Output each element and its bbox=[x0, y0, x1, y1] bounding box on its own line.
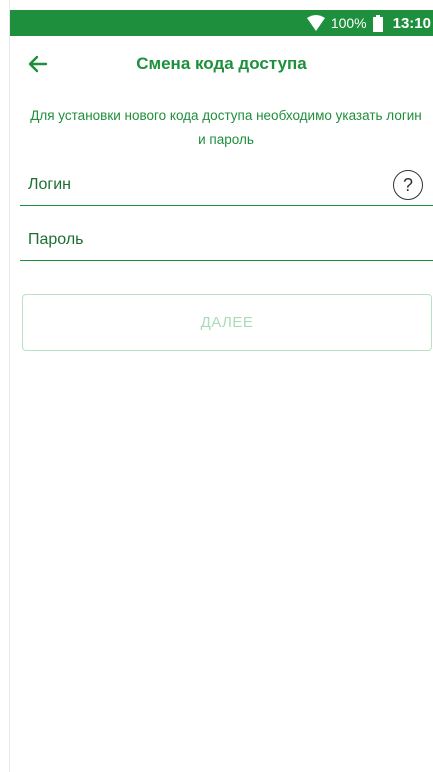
instruction-text: Для установки нового кода доступа необхо… bbox=[30, 108, 422, 147]
login-input[interactable] bbox=[20, 166, 380, 204]
battery-percent: 100% bbox=[330, 15, 367, 31]
next-button[interactable]: ДАЛЕЕ bbox=[22, 294, 432, 351]
password-field-container bbox=[20, 221, 433, 261]
help-question-mark: ? bbox=[402, 174, 413, 195]
password-input[interactable] bbox=[20, 221, 380, 259]
battery-full-icon bbox=[372, 14, 383, 32]
app-bar: Смена кода доступа bbox=[10, 36, 433, 92]
left-edge-divider bbox=[0, 0, 10, 772]
status-bar: 100% 13:10 bbox=[10, 10, 433, 36]
status-time: 13:10 bbox=[392, 14, 431, 32]
wifi-icon bbox=[306, 15, 325, 31]
screen: 100% 13:10 Смена кода доступа Для устано… bbox=[0, 0, 433, 772]
login-field-container: ? bbox=[20, 166, 433, 206]
help-circle-icon[interactable]: ? bbox=[393, 170, 423, 200]
page-title: Смена кода доступа bbox=[136, 54, 307, 73]
